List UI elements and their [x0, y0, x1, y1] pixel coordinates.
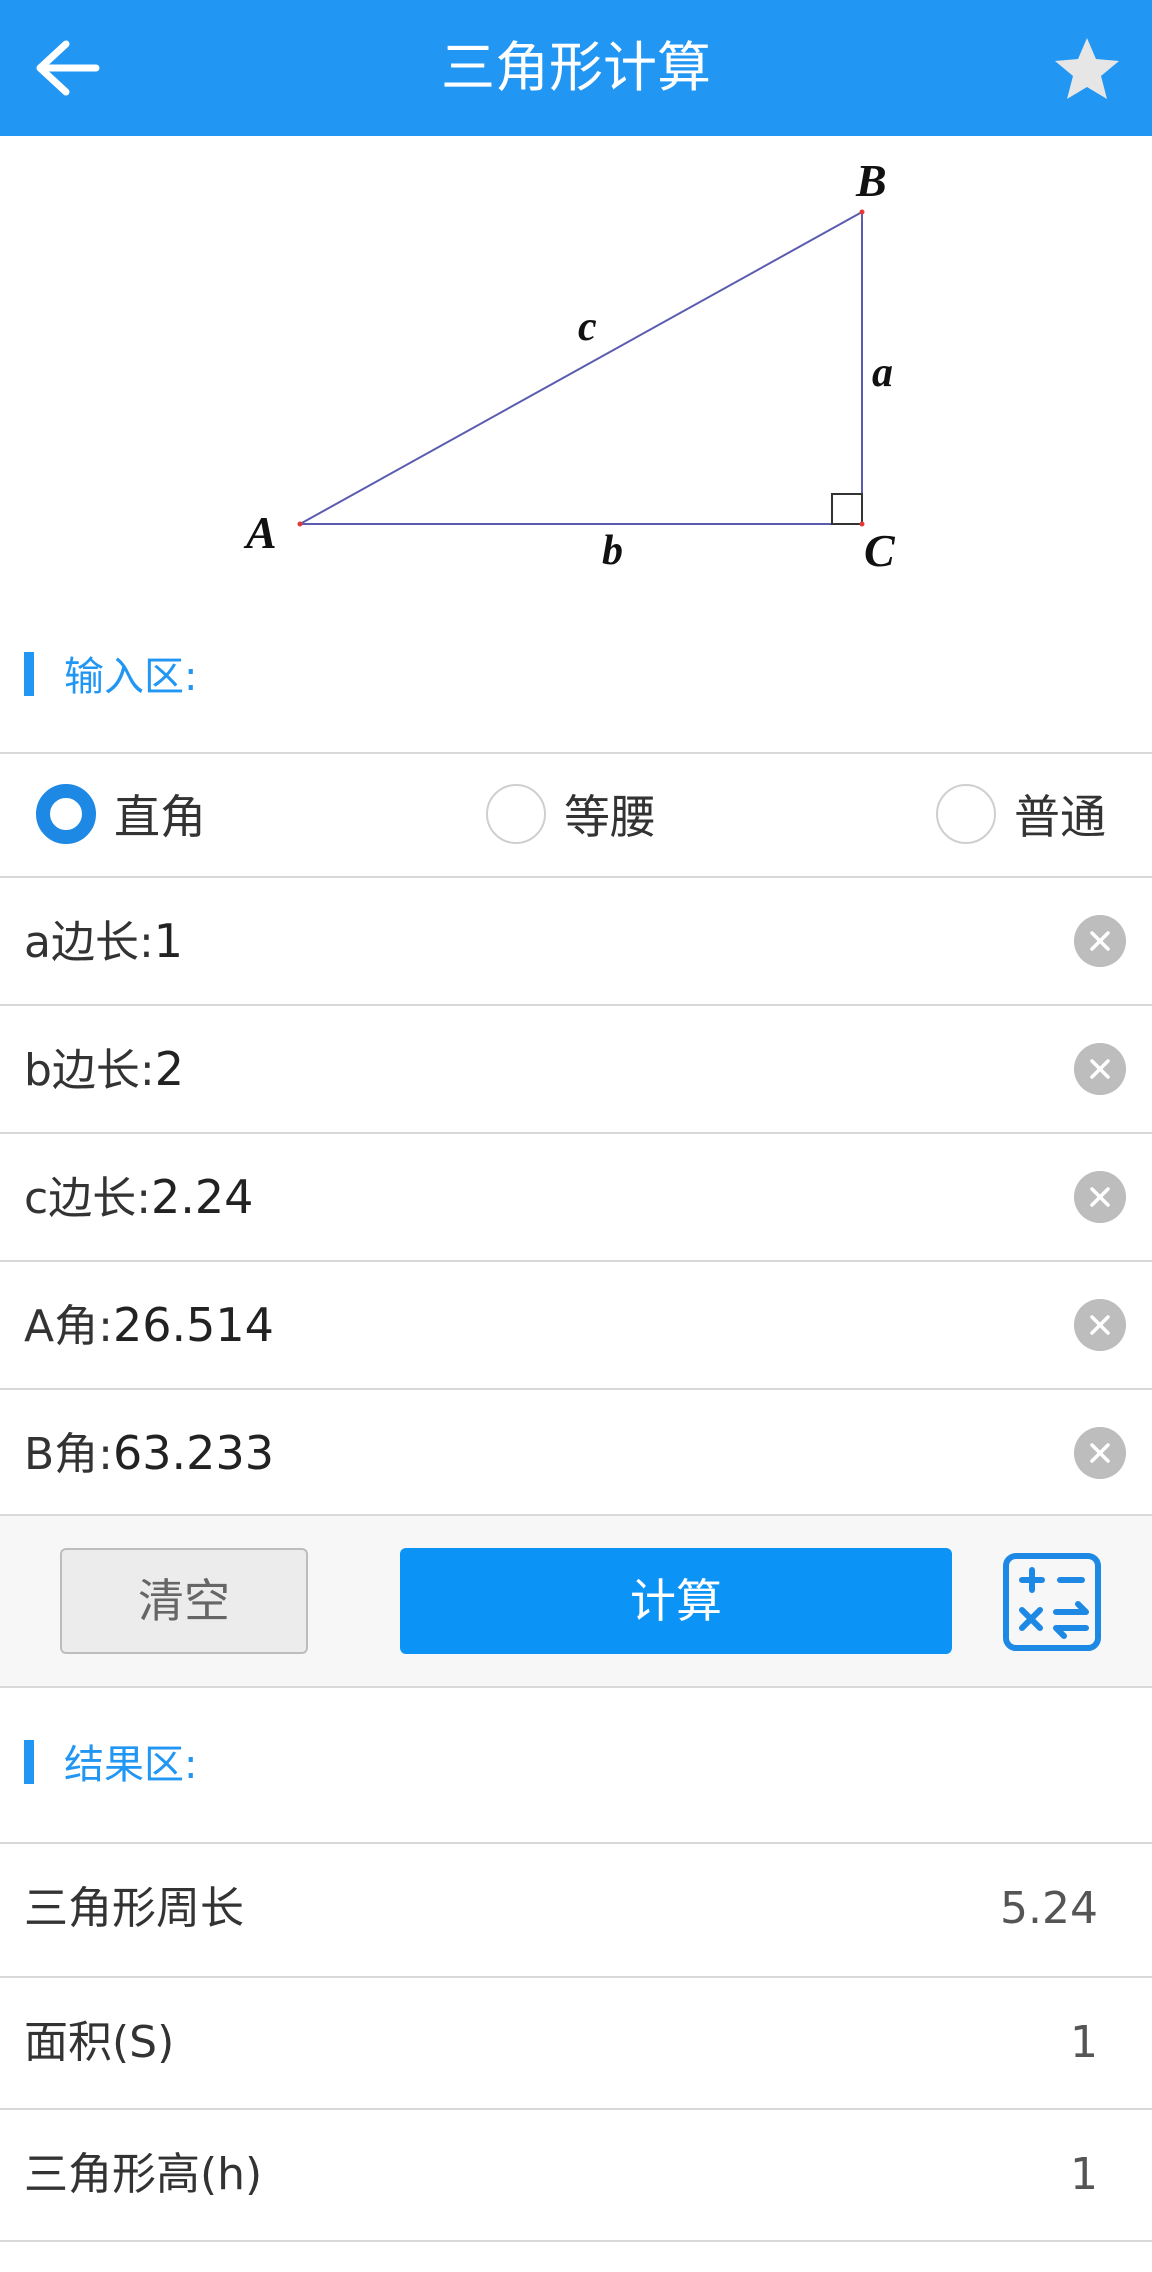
label-vertex-b: B	[855, 155, 887, 206]
clear-icon[interactable]	[1074, 1171, 1126, 1223]
result-section-heading: 结果区:	[0, 1726, 1152, 1796]
label-side-a: a	[872, 350, 893, 396]
result-value: 1	[1070, 2017, 1098, 2068]
clear-icon[interactable]	[1074, 1043, 1126, 1095]
field-side-a[interactable]: a边长:1	[0, 878, 1152, 1004]
result-section-title: 结果区:	[64, 1742, 198, 1788]
triangle-type-group: 直角 等腰 普通	[0, 752, 1152, 876]
result-value: 5.24	[1000, 1883, 1098, 1934]
radio-isosceles-triangle[interactable]: 等腰	[486, 752, 656, 876]
calculate-button[interactable]: 计算	[400, 1548, 952, 1654]
label-side-c: c	[578, 304, 597, 350]
calculator-icon[interactable]	[1002, 1552, 1102, 1652]
field-label-wrap: b边长:2	[24, 1006, 184, 1132]
clear-icon[interactable]	[1074, 1299, 1126, 1351]
field-label-wrap: A角:26.514	[24, 1262, 274, 1388]
divider	[0, 2240, 1152, 2242]
right-angle-marker	[831, 493, 863, 525]
vertex-a-dot	[297, 521, 303, 527]
angle-a-input[interactable]: 26.514	[113, 1298, 274, 1352]
radio-label: 普通	[1014, 790, 1106, 844]
result-label: 三角形高(h)	[24, 2149, 263, 2200]
field-label-wrap: B角:63.233	[24, 1390, 274, 1516]
field-angle-a[interactable]: A角:26.514	[0, 1262, 1152, 1388]
angle-b-input[interactable]: 63.233	[113, 1426, 274, 1480]
result-row-area: 面积(S) 1	[0, 1978, 1152, 2108]
side-c-line	[299, 211, 863, 525]
result-label: 面积(S)	[24, 2017, 175, 2068]
field-label: A角:	[24, 1301, 113, 1352]
result-row-height: 三角形高(h) 1	[0, 2110, 1152, 2240]
clear-button[interactable]: 清空	[60, 1548, 308, 1654]
result-label: 三角形周长	[24, 1883, 244, 1934]
star-icon[interactable]	[1052, 34, 1122, 104]
field-side-b[interactable]: b边长:2	[0, 1006, 1152, 1132]
app-root: 三角形计算 A B C a b c 输入区: 直角 等腰 普通 a边长:1 b边…	[0, 0, 1152, 2272]
radio-unchecked-icon	[936, 784, 996, 844]
label-side-b: b	[602, 528, 623, 574]
side-b-input[interactable]: 2	[155, 1042, 184, 1096]
radio-general-triangle[interactable]: 普通	[936, 752, 1106, 876]
clear-icon[interactable]	[1074, 915, 1126, 967]
input-section-heading: 输入区:	[0, 638, 1152, 708]
section-accent-bar	[24, 1740, 34, 1784]
label-vertex-a: A	[243, 507, 277, 558]
radio-checked-icon	[36, 784, 96, 844]
side-c-input[interactable]: 2.24	[151, 1170, 253, 1224]
result-value: 1	[1070, 2149, 1098, 2200]
field-label-wrap: a边长:1	[24, 878, 183, 1004]
radio-unchecked-icon	[486, 784, 546, 844]
section-accent-bar	[24, 652, 34, 696]
app-header: 三角形计算	[0, 0, 1152, 136]
page-title: 三角形计算	[441, 36, 711, 99]
radio-label: 直角	[114, 790, 206, 844]
field-label: b边长:	[24, 1045, 155, 1096]
radio-right-triangle[interactable]: 直角	[36, 752, 206, 876]
radio-label: 等腰	[564, 790, 656, 844]
divider	[0, 1686, 1152, 1688]
vertex-b-dot	[859, 209, 865, 215]
field-label: a边长:	[24, 917, 154, 968]
field-label: c边长:	[24, 1173, 152, 1224]
triangle-diagram: A B C a b c	[243, 155, 896, 576]
field-angle-b[interactable]: B角:63.233	[0, 1390, 1152, 1516]
result-row-perimeter: 三角形周长 5.24	[0, 1844, 1152, 1974]
action-bar: 清空 计算	[0, 1516, 1152, 1686]
clear-icon[interactable]	[1074, 1427, 1126, 1479]
field-label-wrap: c边长:2.24	[24, 1134, 253, 1260]
field-side-c[interactable]: c边长:2.24	[0, 1134, 1152, 1260]
side-a-input[interactable]: 1	[154, 914, 183, 968]
label-vertex-c: C	[864, 525, 896, 576]
input-section-title: 输入区:	[64, 654, 198, 700]
field-label: B角:	[24, 1429, 114, 1480]
